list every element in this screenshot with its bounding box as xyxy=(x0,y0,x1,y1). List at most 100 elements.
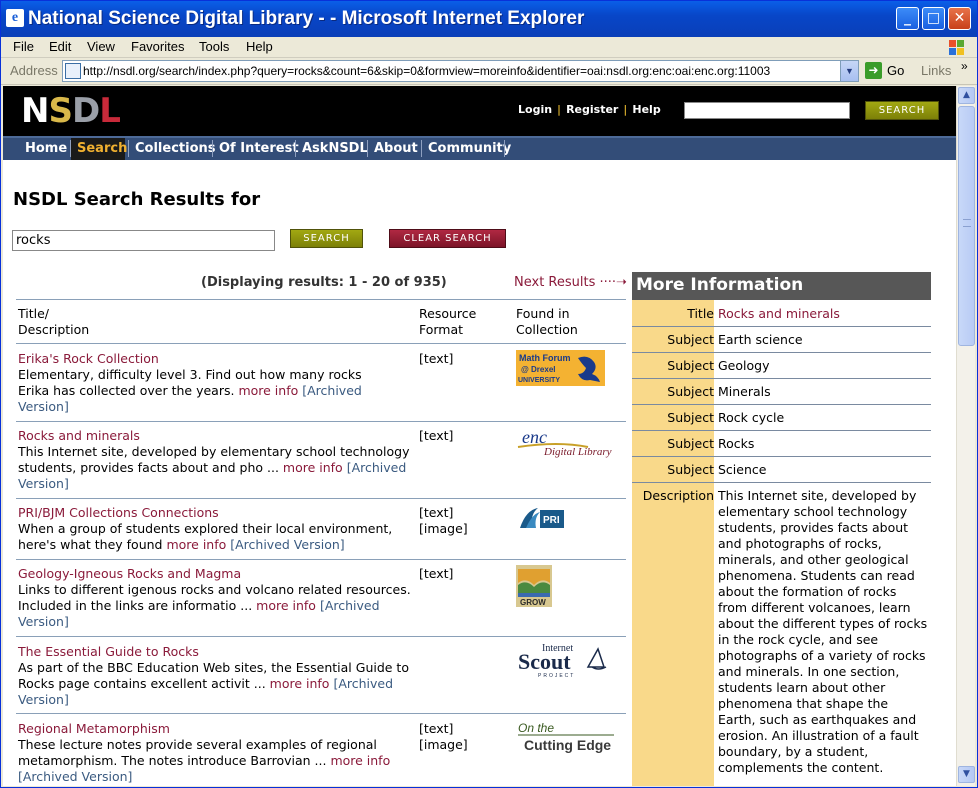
nav-about[interactable]: About xyxy=(374,141,418,156)
close-button[interactable]: ✕ xyxy=(948,7,971,30)
nav-search[interactable]: Search xyxy=(77,141,127,156)
title-bar[interactable]: e National Science Digital Library - - M… xyxy=(1,1,977,37)
field-label: Subject xyxy=(667,436,714,451)
table-header-rule xyxy=(16,343,626,344)
nav-home[interactable]: Home xyxy=(25,141,67,156)
page-title: NSDL Search Results for xyxy=(13,189,261,210)
links-toolbar[interactable]: Links xyxy=(921,63,951,78)
address-url[interactable]: http://nsdl.org/search/index.php?query=r… xyxy=(83,64,835,78)
table-top-rule xyxy=(16,299,626,300)
windows-logo-icon xyxy=(949,40,964,55)
menu-tools[interactable]: Tools xyxy=(199,39,229,54)
maximize-button[interactable]: □ xyxy=(922,7,945,30)
links-chevron-icon[interactable]: » xyxy=(961,59,968,73)
result-title-link[interactable]: Geology-Igneous Rocks and Magma xyxy=(18,566,241,581)
field-value: Geology xyxy=(718,358,770,373)
more-info-link[interactable]: more info xyxy=(238,383,298,398)
internet-scout-logo[interactable]: Internet Scout PROJECT xyxy=(516,639,616,679)
page-icon xyxy=(65,63,81,79)
address-field[interactable]: http://nsdl.org/search/index.php?query=r… xyxy=(62,60,859,82)
nsdl-logo[interactable]: NSDL xyxy=(21,94,121,128)
result-title-link[interactable]: PRI/BJM Collections Connections xyxy=(18,505,219,520)
next-results-link[interactable]: Next Results ····➝ xyxy=(514,275,627,290)
ie-page-icon: e xyxy=(6,9,24,27)
more-info-link[interactable]: more info xyxy=(283,460,343,475)
description-text: This Internet site, developed by element… xyxy=(718,488,928,775)
window-title: National Science Digital Library - - Mic… xyxy=(28,8,585,29)
enc-digital-library-logo[interactable]: enc Digital Library xyxy=(516,427,616,461)
grow-logo[interactable]: GROW xyxy=(516,565,552,607)
address-label: Address xyxy=(10,63,58,78)
menu-edit[interactable]: Edit xyxy=(49,39,71,54)
svg-text:GROW: GROW xyxy=(520,598,546,607)
result-description: Links to different igenous rocks and vol… xyxy=(18,582,411,629)
svg-text:PROJECT: PROJECT xyxy=(538,673,575,679)
field-label: Subject xyxy=(667,462,714,477)
more-information-panel: More Information Title Rocks and mineral… xyxy=(632,272,931,786)
scroll-up-icon[interactable]: ▲ xyxy=(958,87,975,104)
field-label: Title xyxy=(687,306,714,321)
result-description: This Internet site, developed by element… xyxy=(18,444,410,491)
result-description: These lecture notes provide several exam… xyxy=(18,737,391,784)
result-title-link[interactable]: Regional Metamorphism xyxy=(18,721,170,736)
address-bar: Address http://nsdl.org/search/index.php… xyxy=(1,59,977,85)
help-link[interactable]: Help xyxy=(632,103,660,116)
svg-text:@ Drexel: @ Drexel xyxy=(521,365,555,374)
nav-asknsdl[interactable]: AskNSDL xyxy=(302,141,368,156)
scroll-thumb[interactable] xyxy=(958,106,975,346)
site-header: NSDL Login | Register | Help SEARCH xyxy=(3,86,956,136)
result-format: [text] [image] xyxy=(419,505,468,536)
result-description: Elementary, difficulty level 3. Find out… xyxy=(18,367,362,414)
register-link[interactable]: Register xyxy=(566,103,618,116)
minimize-button[interactable]: _ xyxy=(896,7,919,30)
cutting-edge-logo[interactable]: On the Cutting Edge xyxy=(516,720,616,756)
search-button[interactable]: SEARCH xyxy=(290,229,363,248)
scroll-down-icon[interactable]: ▼ xyxy=(958,766,975,783)
archived-version-link[interactable]: [Archived Version] xyxy=(230,537,344,552)
nav-collections[interactable]: Collections xyxy=(135,141,216,156)
field-value: Minerals xyxy=(718,384,771,399)
nav-of-interest[interactable]: Of Interest xyxy=(219,141,299,156)
menu-file[interactable]: File xyxy=(13,39,34,54)
svg-text:UNIVERSITY: UNIVERSITY xyxy=(518,377,560,384)
row-divider xyxy=(16,498,626,499)
top-search-button[interactable]: SEARCH xyxy=(865,101,939,120)
menu-view[interactable]: View xyxy=(87,39,115,54)
top-search-input[interactable] xyxy=(684,102,850,119)
vertical-scrollbar[interactable]: ▲ ▼ xyxy=(956,86,975,786)
title-link[interactable]: Rocks and minerals xyxy=(718,306,840,321)
row-divider xyxy=(16,713,626,714)
archived-version-link[interactable]: [Archived Version] xyxy=(18,769,132,784)
nav-community[interactable]: Community xyxy=(428,141,511,156)
row-divider xyxy=(16,421,626,422)
result-title-link[interactable]: Erika's Rock Collection xyxy=(18,351,159,366)
field-label: Subject xyxy=(667,358,714,373)
more-info-link[interactable]: more info xyxy=(166,537,226,552)
field-value: Rocks xyxy=(718,436,755,451)
field-value: Earth science xyxy=(718,332,803,347)
result-title-link[interactable]: The Essential Guide to Rocks xyxy=(18,644,199,659)
address-dropdown-icon[interactable]: ▼ xyxy=(840,61,858,81)
clear-search-button[interactable]: CLEAR SEARCH xyxy=(389,229,506,248)
more-info-link[interactable]: more info xyxy=(330,753,390,768)
more-info-link[interactable]: more info xyxy=(256,598,316,613)
menu-favorites[interactable]: Favorites xyxy=(131,39,184,54)
math-forum-logo[interactable]: Math Forum @ Drexel UNIVERSITY xyxy=(516,350,605,386)
svg-text:Scout: Scout xyxy=(518,649,571,674)
more-info-link[interactable]: more info xyxy=(270,676,330,691)
pri-logo[interactable]: PRI xyxy=(516,504,566,534)
arrow-right-icon: ····➝ xyxy=(599,275,627,290)
top-links: Login | Register | Help xyxy=(518,103,661,116)
more-info-heading: More Information xyxy=(632,272,931,300)
go-label: Go xyxy=(887,63,905,78)
login-link[interactable]: Login xyxy=(518,103,552,116)
go-arrow-icon: ➜ xyxy=(865,62,882,79)
row-divider xyxy=(16,559,626,560)
menu-help[interactable]: Help xyxy=(246,39,273,54)
search-input[interactable]: rocks xyxy=(12,230,275,251)
menu-bar: File Edit View Favorites Tools Help xyxy=(1,37,977,58)
result-title-link[interactable]: Rocks and minerals xyxy=(18,428,140,443)
svg-text:PRI: PRI xyxy=(543,515,560,526)
ie-window: e National Science Digital Library - - M… xyxy=(0,0,978,788)
go-button[interactable]: ➜ Go xyxy=(865,61,915,81)
